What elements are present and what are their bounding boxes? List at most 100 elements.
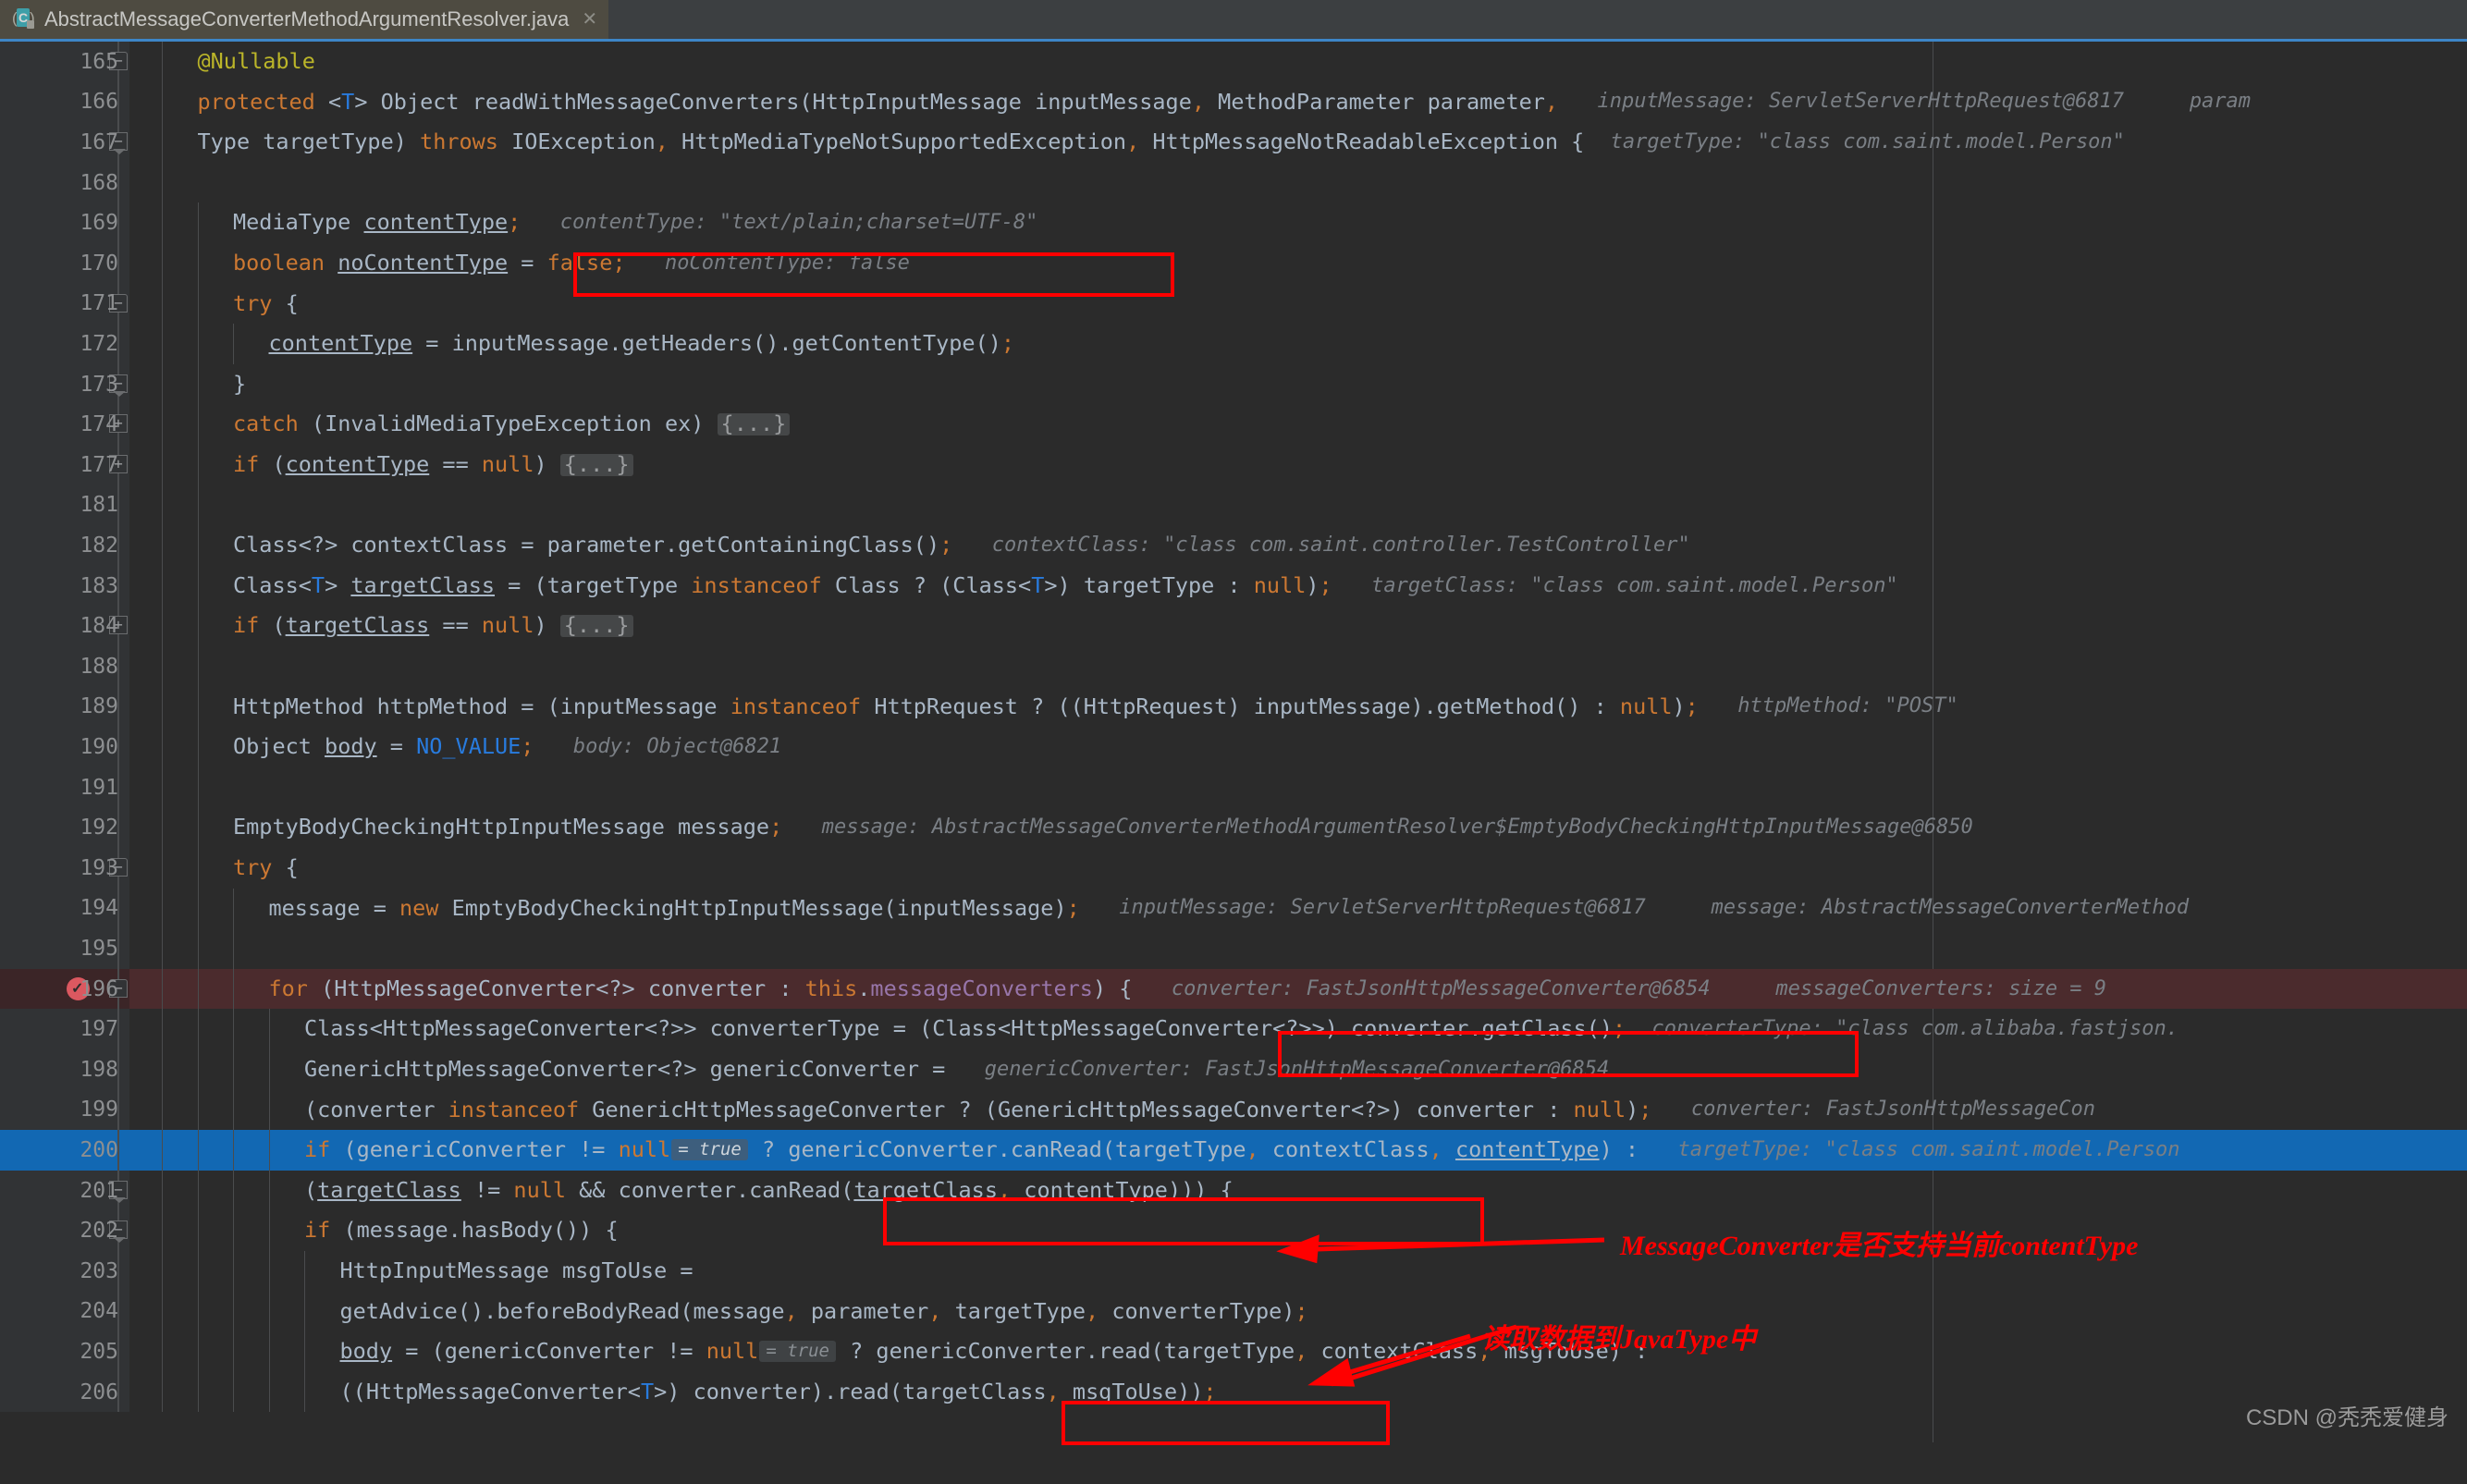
indent-guide	[233, 324, 234, 364]
code-line[interactable]: 199 (converter instanceof GenericHttpMess…	[0, 1089, 2467, 1131]
code-line[interactable]: 188	[0, 646, 2467, 687]
code-line[interactable]: +177 if (contentType = = null) {...}	[0, 445, 2467, 485]
editor-gutter[interactable]: 182	[0, 525, 129, 566]
code-line[interactable]: 200 if (genericConverter ! = null = true ? …	[0, 1130, 2467, 1171]
indent-guide	[197, 363, 199, 405]
editor-gutter[interactable]: 170	[0, 243, 129, 284]
editor-gutter[interactable]: −165	[0, 42, 129, 82]
code-line[interactable]: 190 Object body = NO_VALUE; body: Object@…	[0, 727, 2467, 767]
code-line[interactable]: −193 try {	[0, 848, 2467, 889]
line-number: 206	[80, 1380, 118, 1404]
editor-gutter[interactable]: ✓ −196	[0, 968, 129, 1010]
editor-gutter[interactable]: −167	[0, 122, 129, 163]
annotation-note-2: 读取数据到JavaType中	[1481, 1324, 1757, 1355]
editor-tab[interactable]: ( C ) AbstractMessageConverterMethodArgu…	[0, 0, 609, 42]
indent-guide	[162, 1130, 163, 1171]
close-icon[interactable]: ✕	[582, 10, 597, 29]
inline-debug-hint: message: AbstractMessageConverterMethod	[1711, 896, 2190, 920]
editor-gutter[interactable]: 195	[0, 928, 129, 969]
editor-gutter[interactable]: 183	[0, 565, 129, 607]
code-line[interactable]: 169 MediaType contentType; contentType: "…	[0, 202, 2467, 243]
code-line[interactable]: 189 HttpMethod httpMethod = (inputMessage…	[0, 686, 2467, 728]
indent-guide	[197, 1009, 199, 1049]
inline-debug-hint: contextClass: "class com.saint.controlle…	[991, 533, 1690, 557]
editor-gutter[interactable]: 203	[0, 1251, 129, 1292]
editor-gutter[interactable]: 198	[0, 1049, 129, 1090]
inline-debug-hint: targetType: "class com.saint.model.Perso…	[1677, 1137, 2180, 1161]
editor-gutter[interactable]: 197	[0, 1009, 129, 1049]
code-line[interactable]: 195	[0, 928, 2467, 969]
indent-guide	[197, 807, 199, 848]
code-line[interactable]: 168	[0, 162, 2467, 203]
editor-gutter[interactable]: 206	[0, 1371, 129, 1413]
indent-guide	[162, 727, 163, 767]
code-line[interactable]: 206 ((HttpMessageConverter < T >) converter)…	[0, 1371, 2467, 1413]
indent-guide	[197, 445, 199, 485]
indent-guide	[233, 1089, 234, 1131]
editor-gutter[interactable]: 191	[0, 767, 129, 808]
editor-gutter[interactable]: −171	[0, 283, 129, 325]
code-line-text: HttpMethod httpMethod = (inputMessage in…	[233, 693, 1958, 719]
code-line[interactable]: 198 GenericHttpMessageConverter <? > generi…	[0, 1049, 2467, 1090]
editor-gutter[interactable]: −193	[0, 848, 129, 889]
editor-gutter[interactable]: −173	[0, 363, 129, 405]
code-line-background	[129, 485, 2467, 526]
editor-gutter[interactable]: 199	[0, 1089, 129, 1131]
code-line[interactable]: 181	[0, 484, 2467, 526]
code-line[interactable]: −171 try {	[0, 283, 2467, 325]
code-line[interactable]: ✓ −196 for (HttpMessageConverter <? > conver…	[0, 968, 2467, 1010]
indent-guide	[197, 404, 199, 445]
code-line[interactable]: −173}	[0, 363, 2467, 405]
code-line-text: body = (genericConverter ! = null = true ?…	[339, 1338, 1649, 1365]
code-line[interactable]: −165 @ Nullable	[0, 42, 2467, 82]
code-line[interactable]: 191	[0, 767, 2467, 808]
code-line-background	[129, 42, 2467, 82]
editor-gutter[interactable]: −201	[0, 1170, 129, 1211]
code-line[interactable]: 197 Class < HttpMessageConverter <? > > conver…	[0, 1009, 2467, 1049]
folded-block[interactable]: {...}	[559, 615, 633, 637]
code-line[interactable]: 204 getAdvice(). beforeBodyRead(message, p…	[0, 1291, 2467, 1332]
editor-gutter[interactable]: 204	[0, 1291, 129, 1332]
editor-gutter[interactable]: 200	[0, 1130, 129, 1171]
indent-guide	[162, 1049, 163, 1090]
inline-debug-hint: body: Object@6821	[572, 734, 782, 758]
code-line[interactable]: 205 body = (genericConverter ! = null = tru…	[0, 1331, 2467, 1372]
code-line[interactable]: 182 Class <? > contextClass = parameter. get…	[0, 525, 2467, 566]
editor-gutter[interactable]: 189	[0, 686, 129, 728]
editor-gutter[interactable]: 190	[0, 727, 129, 767]
editor-gutter[interactable]: −202	[0, 1210, 129, 1251]
editor-gutter[interactable]: 194	[0, 888, 129, 929]
code-line[interactable]: −201 (targetClass ! = null & & converter. ca…	[0, 1170, 2467, 1211]
editor-gutter[interactable]: 192	[0, 807, 129, 848]
line-number: 168	[80, 170, 118, 195]
code-line[interactable]: 172 contentType = inputMessage. getHeaders…	[0, 324, 2467, 364]
code-line[interactable]: +174 catch (InvalidMediaTypeException ex)…	[0, 404, 2467, 445]
code-line[interactable]: 166 protected < T > Object readWithMessageC…	[0, 81, 2467, 123]
indent-guide	[162, 525, 163, 566]
editor-gutter[interactable]: +174	[0, 404, 129, 445]
folded-block[interactable]: {...}	[717, 413, 791, 435]
code-line[interactable]: 183 Class < T > targetClass = (targetType in…	[0, 565, 2467, 607]
code-line-text: if (targetClass = = null) {...}	[233, 606, 633, 646]
code-line[interactable]: 192 EmptyBodyCheckingHttpInputMessage mes…	[0, 807, 2467, 848]
editor-gutter[interactable]: +184	[0, 606, 129, 646]
editor-gutter[interactable]: 169	[0, 202, 129, 243]
indent-guide	[162, 122, 163, 163]
code-line[interactable]: 194 message = new EmptyBodyCheckingHttpIn…	[0, 888, 2467, 929]
code-line[interactable]: +184 if (targetClass = = null) {...}	[0, 606, 2467, 646]
editor-gutter[interactable]: 205	[0, 1331, 129, 1372]
editor-gutter[interactable]: 172	[0, 324, 129, 364]
folded-block[interactable]: {...}	[559, 454, 633, 476]
editor-gutter[interactable]: +177	[0, 445, 129, 485]
editor-gutter[interactable]: 188	[0, 646, 129, 687]
editor-gutter[interactable]: 168	[0, 162, 129, 203]
code-line[interactable]: 170 boolean noContentType = false; noCont…	[0, 243, 2467, 284]
editor-gutter[interactable]: 166	[0, 81, 129, 123]
editor-gutter[interactable]: 181	[0, 484, 129, 526]
indent-guide	[162, 445, 163, 485]
line-number: 200	[80, 1137, 118, 1162]
code-line[interactable]: −167 Type targetType) throws IOException,…	[0, 122, 2467, 163]
code-line-background	[129, 767, 2467, 808]
code-editor[interactable]: −165 @ Nullable 166 protected < T > Object rea…	[0, 42, 2467, 1445]
indent-guide	[162, 686, 163, 728]
